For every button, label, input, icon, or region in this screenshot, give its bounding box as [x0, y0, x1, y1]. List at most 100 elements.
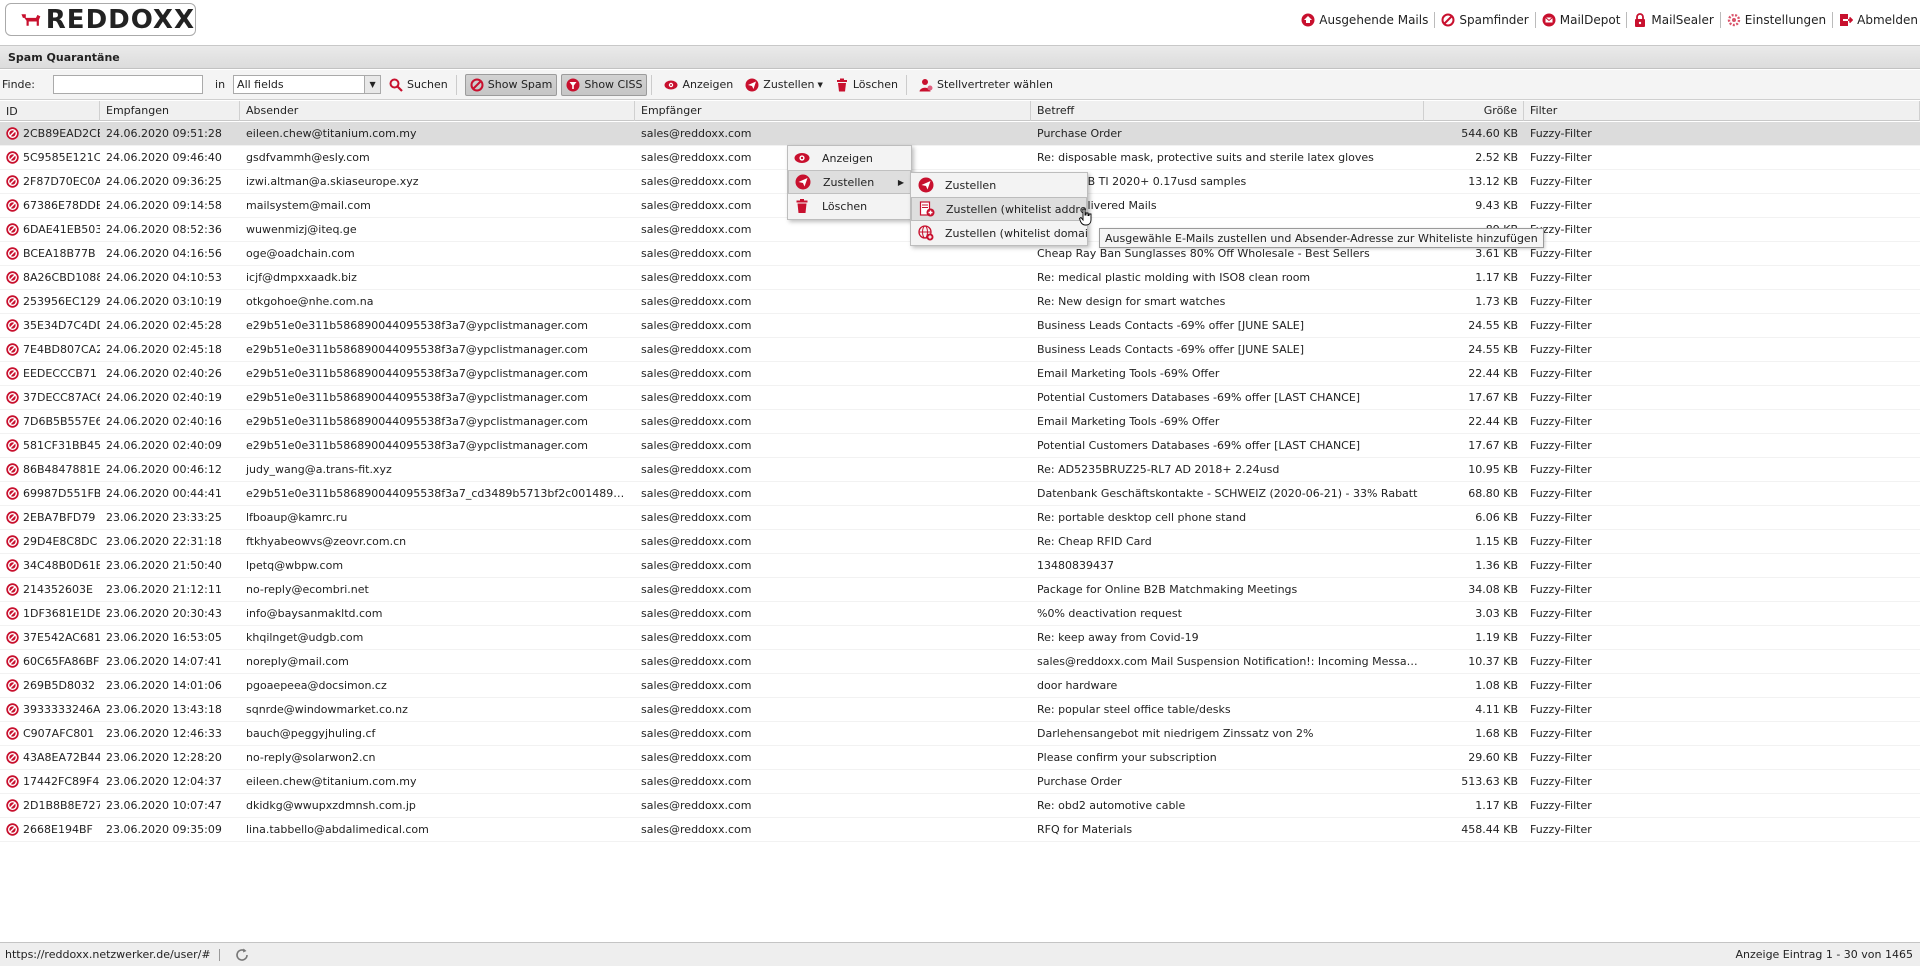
trash-icon: [835, 78, 849, 92]
cell-filter: Fuzzy-Filter: [1530, 295, 1592, 308]
table-row[interactable]: 1DF3681E1DE 23.06.2020 20:30:43 info@baysa…: [0, 602, 1920, 626]
column-header-filter[interactable]: Filter: [1524, 101, 1920, 121]
cell-filter: Fuzzy-Filter: [1530, 607, 1592, 620]
table-row[interactable]: 17442FC89F4 23.06.2020 12:04:37 eileen.che…: [0, 770, 1920, 794]
table-row[interactable]: 37E542AC681 23.06.2020 16:53:05 khqilnget@…: [0, 626, 1920, 650]
cell-sender: e29b51e0e311b586890044095538f3a7@ypclist…: [246, 343, 588, 356]
column-header-size[interactable]: Größe: [1424, 101, 1524, 121]
cell-subject: Re: New design for smart watches: [1037, 295, 1226, 308]
table-row[interactable]: EEDECCCB71 24.06.2020 02:40:26 e29b51e0e31…: [0, 362, 1920, 386]
find-input[interactable]: [53, 75, 204, 94]
submenu-deliver-whitelist-address-label: Zustellen (whitelist address): [946, 202, 1087, 216]
outbox-icon: [1301, 13, 1315, 27]
table-row[interactable]: 86B4847881E 24.06.2020 00:46:12 judy_wang@…: [0, 458, 1920, 482]
maildepot-icon: [1542, 13, 1556, 27]
chevron-down-icon[interactable]: ▼: [364, 76, 381, 93]
cell-id: 2668E194BF: [0, 823, 100, 836]
table-row[interactable]: C907AFC801 23.06.2020 12:46:33 bauch@peggy…: [0, 722, 1920, 746]
nav-mailsealer[interactable]: MailSealer: [1633, 13, 1714, 27]
spam-icon: [6, 439, 19, 452]
cell-size: 17.67 KB: [1468, 391, 1518, 404]
table-row[interactable]: 29D4E8C8DC 23.06.2020 22:31:18 ftkhyabeowv…: [0, 530, 1920, 554]
cell-size: 68.80 KB: [1468, 487, 1518, 500]
column-header-id[interactable]: ID: [0, 101, 100, 121]
cell-sender: pgoaepeea@docsimon.cz: [246, 679, 387, 692]
table-row[interactable]: 2668E194BF 23.06.2020 09:35:09 lina.tabbel…: [0, 818, 1920, 842]
nav-maildepot[interactable]: MailDepot: [1542, 13, 1620, 27]
table-row[interactable]: 69987D551FB 24.06.2020 00:44:41 e29b51e0e3…: [0, 482, 1920, 506]
cell-id-text: 86B4847881E: [23, 463, 100, 476]
refresh-icon[interactable]: [234, 947, 250, 963]
show-spam-toggle[interactable]: Show Spam: [464, 73, 558, 96]
context-deliver[interactable]: Zustellen ▶: [788, 170, 911, 194]
column-header-sender[interactable]: Absender: [240, 101, 635, 121]
cell-recipient: sales@reddoxx.com: [641, 631, 752, 644]
nav-spamfinder[interactable]: Spamfinder: [1441, 13, 1529, 27]
cell-id: 3933333246A: [0, 703, 100, 716]
cell-sender: no-reply@ecombri.net: [246, 583, 369, 596]
cell-received: 24.06.2020 00:46:12: [106, 463, 222, 476]
cell-id: EEDECCCB71: [0, 367, 100, 380]
choose-deputy-button[interactable]: Stellvertreter wählen: [915, 74, 1057, 96]
table-row[interactable]: 269B5D8032 23.06.2020 14:01:06 pgoaepeea@d…: [0, 674, 1920, 698]
submenu-deliver-whitelist-domain[interactable]: Zustellen (whitelist domain): [911, 221, 1087, 245]
cell-id-text: 7E4BD807CA2: [23, 343, 100, 356]
table-row[interactable]: 60C65FA86BF 23.06.2020 14:07:41 noreply@ma…: [0, 650, 1920, 674]
cell-sender: info@baysanmakltd.com: [246, 607, 383, 620]
spamfinder-icon: [1441, 13, 1455, 27]
delete-label: Löschen: [852, 78, 898, 91]
context-view[interactable]: Anzeigen: [788, 146, 911, 170]
column-header-subject[interactable]: Betreff: [1031, 101, 1424, 121]
table-row[interactable]: 35E34D7C4DD 24.06.2020 02:45:28 e29b51e0e3…: [0, 314, 1920, 338]
show-ciss-toggle[interactable]: Show CISS: [561, 73, 648, 96]
cell-size: 17.67 KB: [1468, 439, 1518, 452]
table-row[interactable]: 214352603E 23.06.2020 21:12:11 no-reply@ec…: [0, 578, 1920, 602]
cell-filter: Fuzzy-Filter: [1530, 463, 1592, 476]
cell-id: 269B5D8032: [0, 679, 100, 692]
cell-filter: Fuzzy-Filter: [1530, 655, 1592, 668]
cell-subject: Email Marketing Tools -69% Offer: [1037, 415, 1220, 428]
reddoxx-logo[interactable]: REDDOXX: [5, 3, 196, 36]
table-row[interactable]: 3933333246A 23.06.2020 13:43:18 sqnrde@win…: [0, 698, 1920, 722]
view-button[interactable]: Anzeigen: [660, 74, 737, 96]
column-header-recipient[interactable]: Empfänger: [635, 101, 1031, 121]
table-row[interactable]: 581CF31BB45 24.06.2020 02:40:09 e29b51e0e3…: [0, 434, 1920, 458]
cell-size: 10.95 KB: [1468, 463, 1518, 476]
cell-filter: Fuzzy-Filter: [1530, 535, 1592, 548]
logo-text: REDDOXX: [45, 4, 195, 35]
table-row[interactable]: 5C9585E121C 24.06.2020 09:46:40 gsdfvammh@…: [0, 146, 1920, 170]
cell-recipient: sales@reddoxx.com: [641, 655, 752, 668]
table-row[interactable]: 43A8EA72B44 23.06.2020 12:28:20 no-reply@s…: [0, 746, 1920, 770]
table-row[interactable]: 253956EC129 24.06.2020 03:10:19 otkgohoe@n…: [0, 290, 1920, 314]
deliver-button[interactable]: Zustellen ▼: [741, 74, 827, 96]
nav-logout[interactable]: Abmelden: [1839, 13, 1918, 27]
cell-size: 1.73 KB: [1475, 295, 1518, 308]
table-row[interactable]: 2CB89EAD2CB 24.06.2020 09:51:28 eileen.che…: [0, 122, 1920, 146]
cell-filter: Fuzzy-Filter: [1530, 727, 1592, 740]
table-row[interactable]: 34C48B0D61E 23.06.2020 21:50:40 lpetq@wbpw…: [0, 554, 1920, 578]
table-row[interactable]: 37DECC87AC6 24.06.2020 02:40:19 e29b51e0e3…: [0, 386, 1920, 410]
submenu-deliver[interactable]: Zustellen: [911, 173, 1087, 197]
cell-id-text: 2668E194BF: [23, 823, 93, 836]
dog-logo-icon: [21, 13, 41, 26]
cell-sender: lina.tabbello@abdalimedical.com: [246, 823, 429, 836]
nav-settings[interactable]: Einstellungen: [1727, 13, 1826, 27]
cell-filter: Fuzzy-Filter: [1530, 199, 1592, 212]
nav-outgoing-mails[interactable]: Ausgehende Mails: [1301, 13, 1428, 27]
column-header-received[interactable]: Empfangen: [100, 101, 240, 121]
table-row[interactable]: 7E4BD807CA2 24.06.2020 02:45:18 e29b51e0e3…: [0, 338, 1920, 362]
cell-received: 23.06.2020 12:04:37: [106, 775, 222, 788]
search-button[interactable]: Suchen: [385, 74, 452, 96]
table-row[interactable]: 7D6B5B557E6 24.06.2020 02:40:16 e29b51e0e3…: [0, 410, 1920, 434]
cell-id-text: 67386E78DDE: [23, 199, 100, 212]
field-select[interactable]: All fields ▼: [233, 75, 382, 94]
cell-id-text: 8A26CBD1088: [23, 271, 100, 284]
submenu-deliver-whitelist-address[interactable]: Zustellen (whitelist address): [911, 197, 1087, 221]
context-delete[interactable]: Löschen: [788, 194, 911, 218]
cell-filter: Fuzzy-Filter: [1530, 391, 1592, 404]
cell-subject: sales@reddoxx.com Mail Suspension Notifi…: [1037, 655, 1424, 668]
table-row[interactable]: 8A26CBD1088 24.06.2020 04:10:53 icjf@dmpxx…: [0, 266, 1920, 290]
table-row[interactable]: 2EBA7BFD79 23.06.2020 23:33:25 lfboaup@kam…: [0, 506, 1920, 530]
table-row[interactable]: 2D1B8B8E727 23.06.2020 10:07:47 dkidkg@wwu…: [0, 794, 1920, 818]
delete-button[interactable]: Löschen: [831, 74, 902, 96]
